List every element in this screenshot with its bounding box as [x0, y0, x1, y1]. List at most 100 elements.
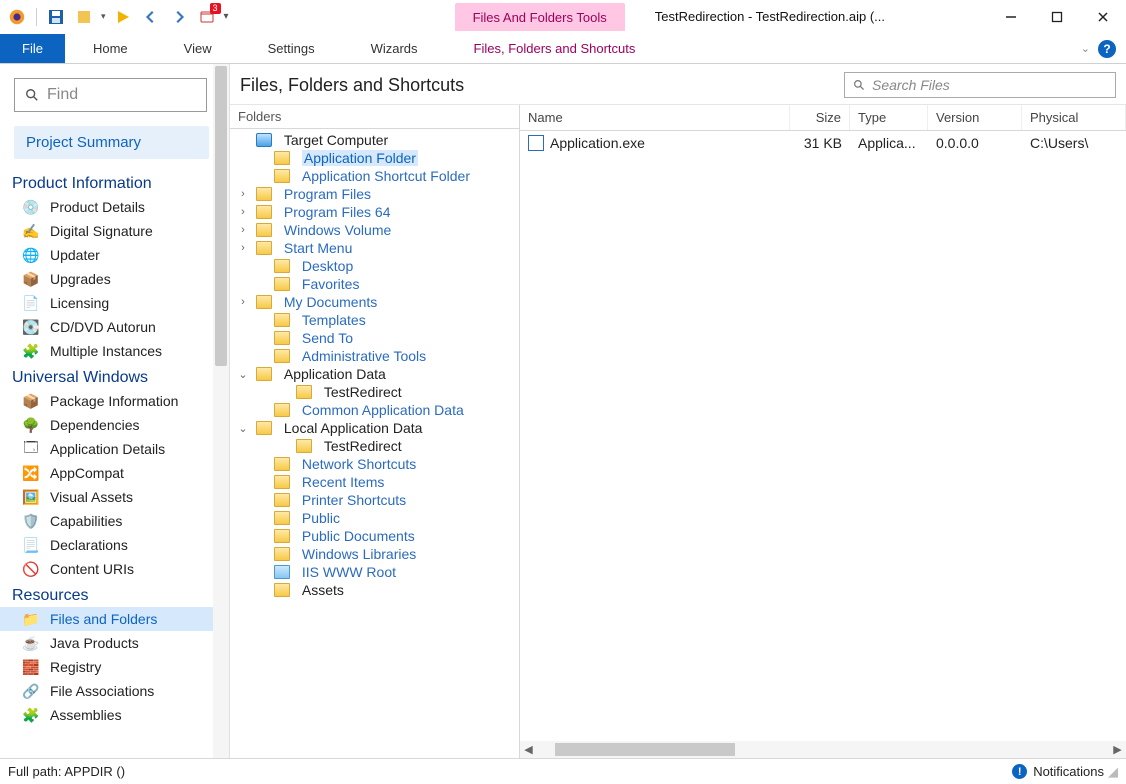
nav-capabilities[interactable]: 🛡️Capabilities — [0, 509, 229, 533]
nav-visual-assets[interactable]: 🖼️Visual Assets — [0, 485, 229, 509]
col-physical[interactable]: Physical — [1022, 105, 1126, 130]
tree-common-app-data[interactable]: Common Application Data — [230, 401, 519, 419]
notifications-button[interactable]: ! Notifications — [1012, 764, 1104, 779]
nav-upgrades[interactable]: 📦Upgrades — [0, 267, 229, 291]
forward-icon[interactable] — [168, 6, 190, 28]
tree-item[interactable]: › Start Menu — [230, 239, 519, 257]
expand-icon[interactable]: › — [234, 296, 252, 308]
tree-local-app-data[interactable]: ⌄ Local Application Data — [230, 419, 519, 437]
context-tab-header: Files And Folders Tools — [455, 3, 625, 31]
shield-icon: 🛡️ — [22, 512, 40, 530]
nav-multiple-instances[interactable]: 🧩Multiple Instances — [0, 339, 229, 363]
nav-application-details[interactable]: 🗔Application Details — [0, 437, 229, 461]
ribbon-tab-view[interactable]: View — [156, 34, 240, 63]
tree-app-data-child[interactable]: TestRedirect — [230, 383, 519, 401]
expand-icon[interactable]: › — [234, 224, 252, 236]
scrollbar-thumb[interactable] — [215, 66, 227, 366]
dropdown-icon[interactable]: ▾ — [101, 11, 106, 22]
nav-declarations[interactable]: 📃Declarations — [0, 533, 229, 557]
nav-updater[interactable]: 🌐Updater — [0, 243, 229, 267]
tree-item[interactable]: › Program Files 64 — [230, 203, 519, 221]
nav-package-information[interactable]: 📦Package Information — [0, 389, 229, 413]
signature-icon: ✍️ — [22, 222, 40, 240]
nav-appcompat[interactable]: 🔀AppCompat — [0, 461, 229, 485]
collapse-icon[interactable]: ⌄ — [234, 422, 252, 435]
list-header[interactable]: Name Size Type Version Physical — [520, 105, 1126, 131]
collapse-icon[interactable]: ⌄ — [234, 368, 252, 381]
tree-item[interactable]: Assets — [230, 581, 519, 599]
scroll-left-icon[interactable]: ◀ — [520, 743, 537, 756]
run-icon[interactable] — [112, 6, 134, 28]
maximize-button[interactable] — [1034, 2, 1080, 32]
file-list-hscroll[interactable]: ◀ ▶ — [520, 741, 1126, 758]
col-type[interactable]: Type — [850, 105, 928, 130]
back-icon[interactable] — [140, 6, 162, 28]
scrollbar-thumb[interactable] — [555, 743, 735, 756]
tree-item[interactable]: Public Documents — [230, 527, 519, 545]
tree-item[interactable]: › My Documents — [230, 293, 519, 311]
tree-local-app-data-child[interactable]: TestRedirect — [230, 437, 519, 455]
nav-licensing[interactable]: 📄Licensing — [0, 291, 229, 315]
qat-customize-icon[interactable]: ▾ — [224, 11, 229, 22]
build-icon[interactable] — [73, 6, 95, 28]
tree-item[interactable]: Network Shortcuts — [230, 455, 519, 473]
nav-assemblies[interactable]: 🧩Assemblies — [0, 703, 229, 727]
expand-icon[interactable]: › — [234, 242, 252, 254]
left-nav-scrollbar[interactable] — [213, 64, 229, 758]
nav-content-uris[interactable]: 🚫Content URIs — [0, 557, 229, 581]
tree-item[interactable]: Application Shortcut Folder — [230, 167, 519, 185]
tree-item[interactable]: Printer Shortcuts — [230, 491, 519, 509]
nav-files-and-folders[interactable]: 📁Files and Folders — [0, 607, 229, 631]
nav-registry[interactable]: 🧱Registry — [0, 655, 229, 679]
ribbon-tab-home[interactable]: Home — [65, 34, 156, 63]
project-summary-button[interactable]: Project Summary — [14, 126, 209, 159]
scroll-right-icon[interactable]: ▶ — [1109, 743, 1126, 756]
col-version[interactable]: Version — [928, 105, 1022, 130]
globe-icon: 🌐 — [22, 246, 40, 264]
save-icon[interactable] — [45, 6, 67, 28]
expand-icon[interactable]: › — [234, 206, 252, 218]
tree-item[interactable]: Send To — [230, 329, 519, 347]
nav-dependencies[interactable]: 🌳Dependencies — [0, 413, 229, 437]
tree-item[interactable]: › Program Files — [230, 185, 519, 203]
col-size[interactable]: Size — [790, 105, 850, 130]
tree-application-folder[interactable]: Application Folder — [230, 149, 519, 167]
ribbon-tab-wizards[interactable]: Wizards — [343, 34, 446, 63]
ribbon-tab-file[interactable]: File — [0, 34, 65, 63]
app-logo-icon[interactable] — [6, 6, 28, 28]
ribbon-tab-context[interactable]: Files, Folders and Shortcuts — [446, 34, 664, 63]
folder-icon — [256, 223, 272, 237]
list-row[interactable]: Application.exe 31 KB Applica... 0.0.0.0… — [520, 131, 1126, 155]
ribbon-collapse-icon[interactable]: ⌄ — [1081, 42, 1090, 55]
ribbon-tab-settings[interactable]: Settings — [240, 34, 343, 63]
nav-file-associations[interactable]: 🔗File Associations — [0, 679, 229, 703]
nav-product-details[interactable]: 💿Product Details — [0, 195, 229, 219]
tree-root[interactable]: Target Computer — [230, 131, 519, 149]
tree-item[interactable]: Desktop — [230, 257, 519, 275]
tree-body[interactable]: Target Computer Application Folder Appli… — [230, 129, 519, 758]
tree-item[interactable]: Recent Items — [230, 473, 519, 491]
file-search-input[interactable]: Search Files — [844, 72, 1116, 98]
tree-item[interactable]: Public — [230, 509, 519, 527]
tree-item[interactable]: Windows Libraries — [230, 545, 519, 563]
expand-icon[interactable]: › — [234, 188, 252, 200]
tree-item[interactable]: Templates — [230, 311, 519, 329]
nav-java-products[interactable]: ☕Java Products — [0, 631, 229, 655]
tree-application-data[interactable]: ⌄ Application Data — [230, 365, 519, 383]
folder-icon — [256, 187, 272, 201]
tree-item[interactable]: Administrative Tools — [230, 347, 519, 365]
minimize-button[interactable] — [988, 2, 1034, 32]
compat-icon: 🔀 — [22, 464, 40, 482]
tree-item[interactable]: Favorites — [230, 275, 519, 293]
col-name[interactable]: Name — [520, 105, 790, 130]
tree-item[interactable]: IIS WWW Root — [230, 563, 519, 581]
tree-item[interactable]: › Windows Volume — [230, 221, 519, 239]
folders-tree: Folders Target Computer Application Fold… — [230, 105, 520, 758]
nav-digital-signature[interactable]: ✍️Digital Signature — [0, 219, 229, 243]
issues-icon[interactable] — [196, 6, 218, 28]
find-input[interactable]: Find — [14, 78, 207, 112]
nav-cddvd-autorun[interactable]: 💽CD/DVD Autorun — [0, 315, 229, 339]
close-button[interactable] — [1080, 2, 1126, 32]
resize-grip-icon[interactable]: ◢ — [1104, 764, 1118, 780]
help-icon[interactable]: ? — [1098, 40, 1116, 58]
